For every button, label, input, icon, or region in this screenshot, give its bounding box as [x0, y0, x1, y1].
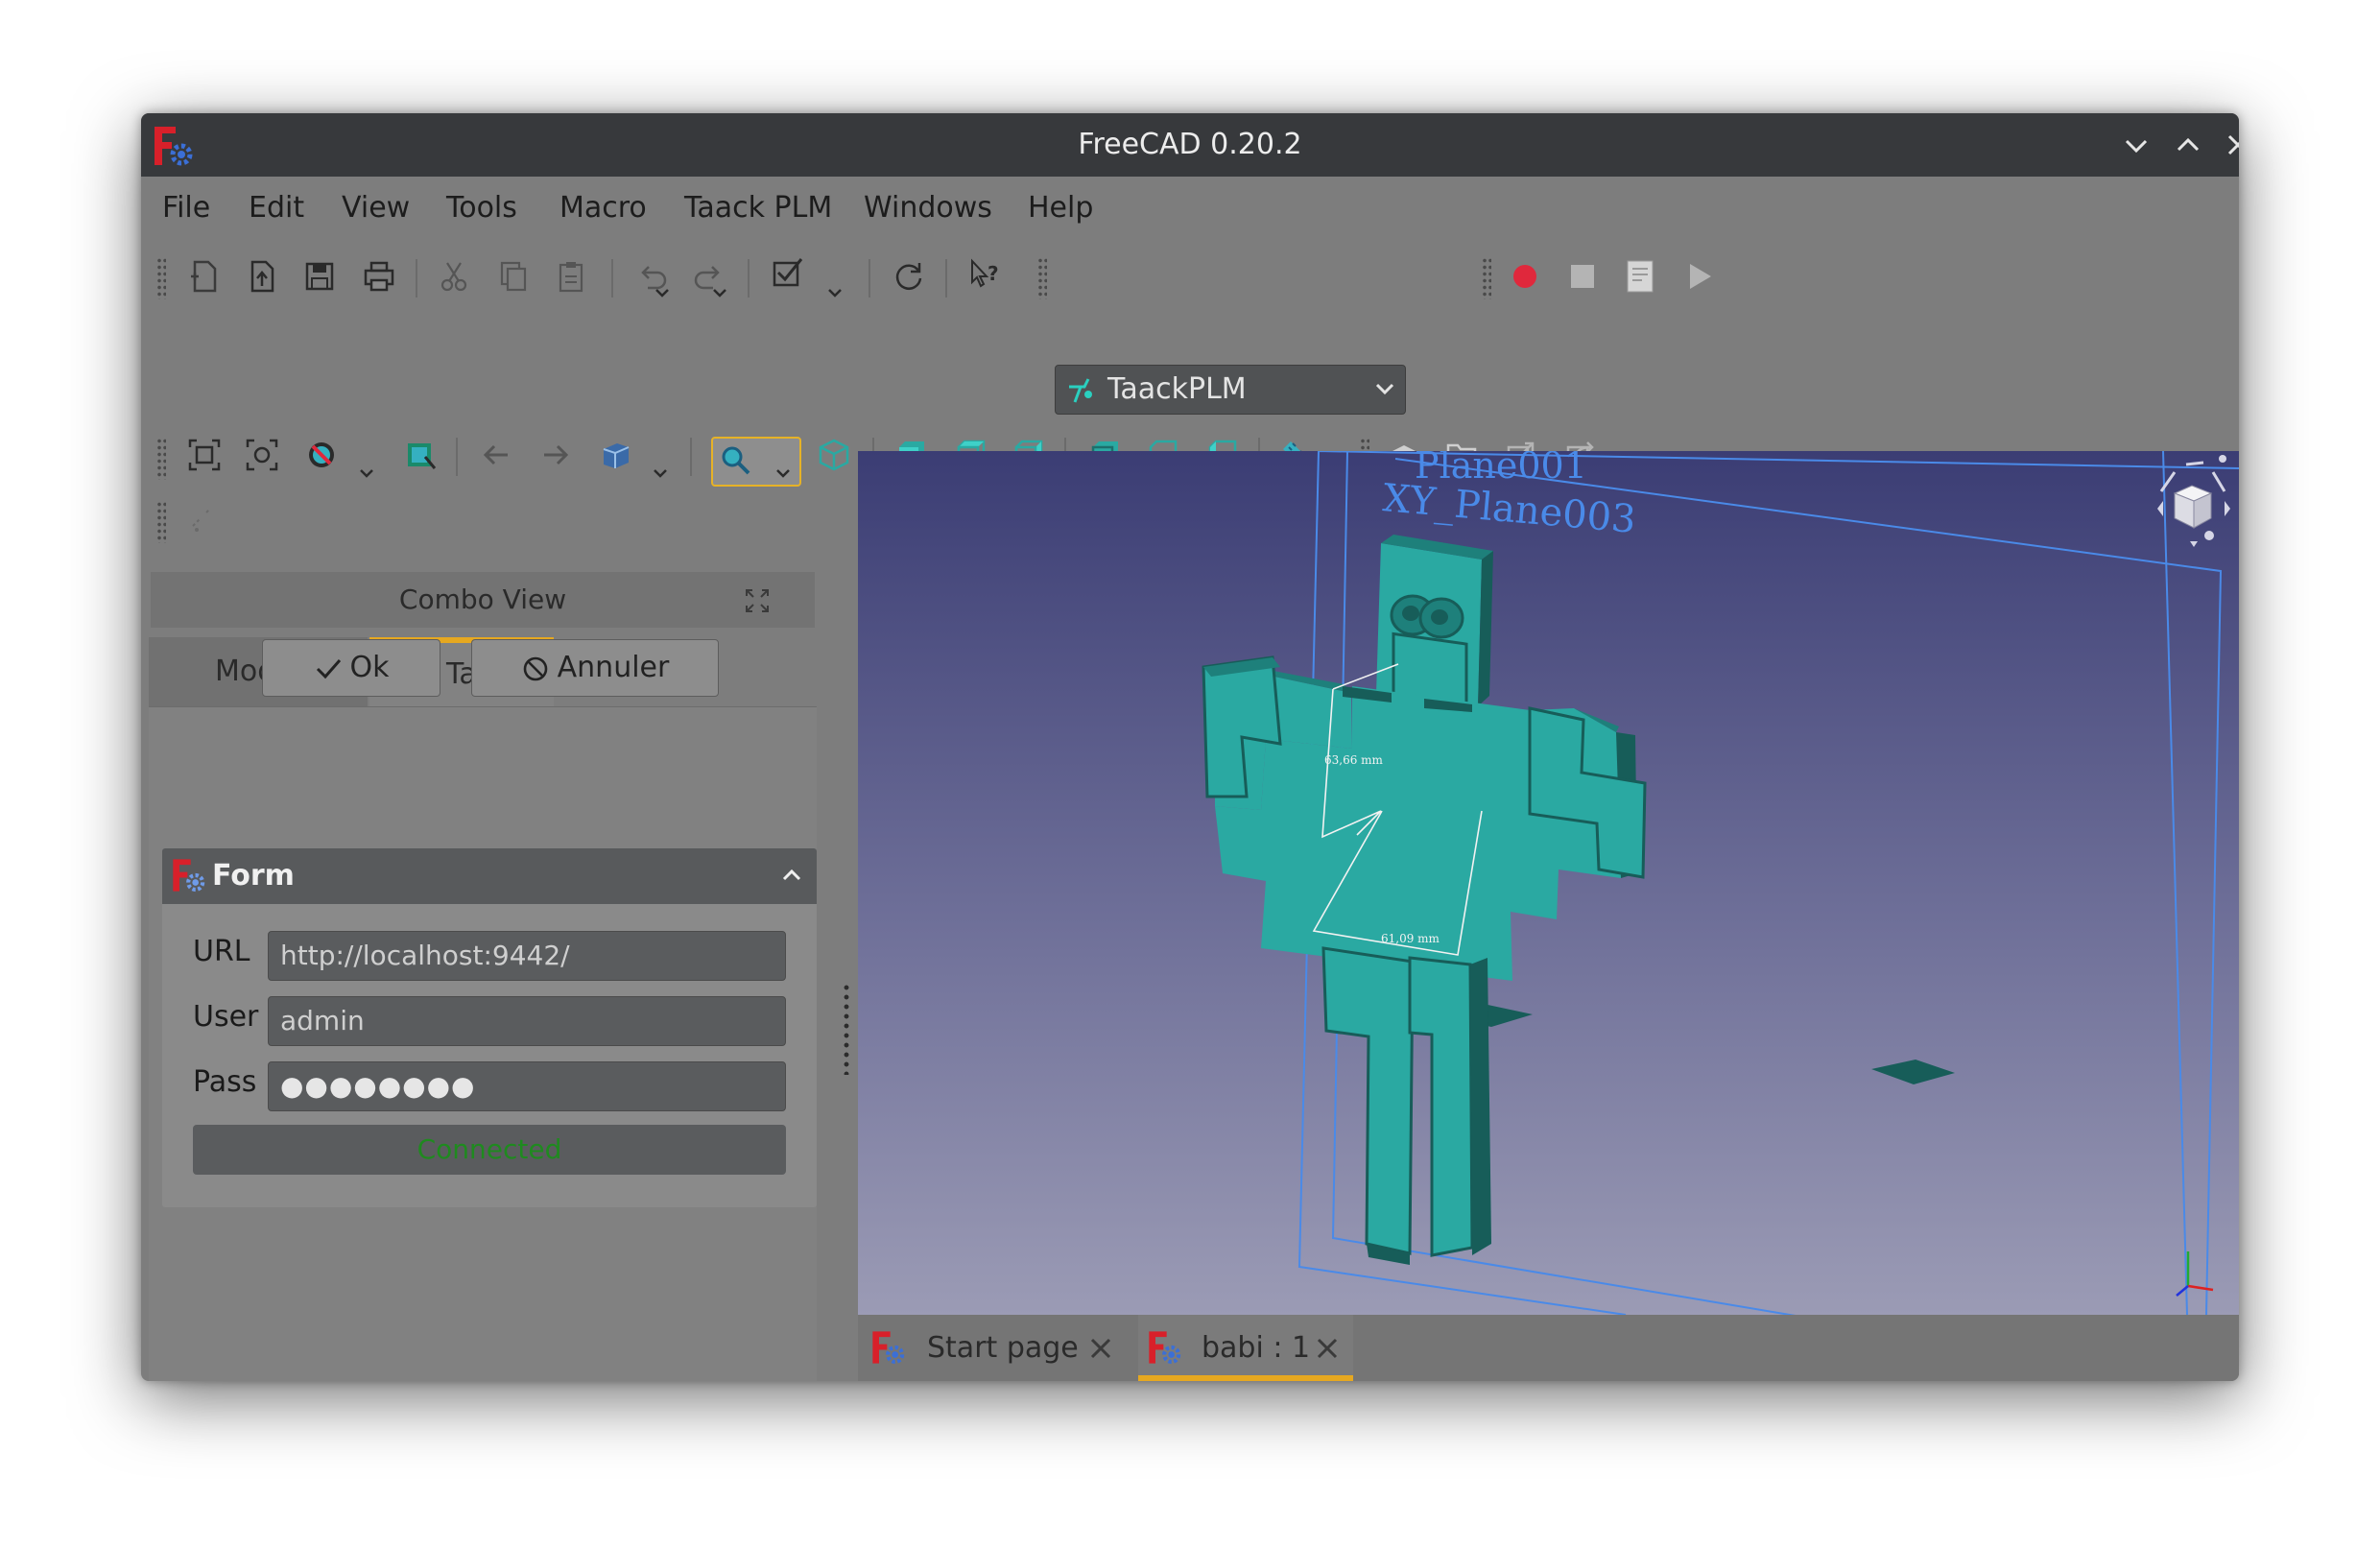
toolbar-grip[interactable]: [156, 501, 166, 543]
toolbar-grip[interactable]: [156, 257, 166, 299]
chevron-up-icon[interactable]: [780, 866, 803, 885]
back-arrow-icon[interactable]: [477, 436, 515, 474]
fit-selection-icon[interactable]: [243, 436, 281, 474]
chevron-down-icon: [776, 469, 790, 478]
tab-start-page-label: Start page: [927, 1331, 1079, 1365]
zoom-box-button[interactable]: [711, 437, 801, 487]
toolbar-grip[interactable]: [156, 438, 166, 480]
float-panel-icon[interactable]: [744, 587, 771, 614]
refresh-check-icon[interactable]: [769, 253, 807, 292]
macros-dialog-icon[interactable]: [1621, 257, 1659, 296]
checkmark-icon: [316, 658, 341, 679]
workbench-selector[interactable]: TaackPLM: [1055, 365, 1406, 415]
toolbar-separator: [416, 259, 417, 298]
new-document-icon[interactable]: [185, 257, 224, 296]
document-tab-bar: Start page babi : 1: [858, 1315, 2239, 1381]
menu-file[interactable]: File: [162, 177, 210, 240]
combo-view-title: Combo View: [151, 572, 815, 628]
draw-style-icon[interactable]: [302, 436, 341, 474]
freecad-window: FreeCAD 0.20.2 File Edit View Tools Macr…: [141, 113, 2239, 1381]
pass-input[interactable]: ●●●●●●●●: [268, 1061, 786, 1111]
cancel-button[interactable]: Annuler: [471, 639, 719, 697]
freecad-logo-icon: [872, 1331, 905, 1365]
dimension-label-height: 63,66 mm: [1324, 753, 1384, 767]
workbench-selector-label: TaackPLM: [1107, 372, 1247, 406]
chevron-down-icon[interactable]: [711, 287, 728, 298]
toolbar-separator: [869, 259, 870, 298]
close-tab-icon[interactable]: [1088, 1336, 1113, 1361]
minimize-icon[interactable]: [2118, 127, 2154, 163]
toolbar-separator: [748, 259, 750, 298]
toolbar-separator: [456, 438, 458, 476]
form-section: Form URL http://localhost:9442/ User adm…: [162, 848, 817, 1207]
panel-splitter-handle[interactable]: [844, 983, 849, 1075]
copy-icon[interactable]: [494, 257, 533, 296]
tab-babi-label: babi : 1: [1202, 1331, 1311, 1365]
open-document-icon[interactable]: [243, 257, 281, 296]
print-icon[interactable]: [360, 257, 398, 296]
chevron-down-icon: [1375, 383, 1394, 395]
freecad-logo-icon: [173, 859, 205, 893]
toolbar-separator: [611, 259, 613, 298]
toolbar-separator: [690, 438, 692, 476]
save-icon[interactable]: [300, 257, 339, 296]
tab-babi[interactable]: babi : 1: [1138, 1315, 1353, 1381]
connection-status: Connected: [193, 1125, 786, 1175]
url-label: URL: [193, 935, 250, 968]
std-views-icon[interactable]: [596, 436, 634, 474]
ok-button-label: Ok: [349, 651, 390, 684]
chevron-down-icon[interactable]: [654, 287, 671, 298]
combo-view-title-text: Combo View: [398, 583, 567, 615]
robot-eyes: [1390, 594, 1464, 639]
window-title: FreeCAD 0.20.2: [1078, 128, 1302, 161]
svg-text:?: ?: [988, 262, 999, 285]
3d-viewport[interactable]: Plane001 XY_Plane003 63,66 mm 61,09 mm: [858, 451, 2239, 1315]
sketch-tool-icon[interactable]: [185, 501, 224, 539]
toolbar-separator: [945, 259, 947, 298]
chevron-down-icon[interactable]: [826, 287, 844, 298]
maximize-icon[interactable]: [2170, 127, 2206, 163]
record-macro-icon[interactable]: [1506, 257, 1544, 296]
zoom-icon: [722, 446, 750, 475]
execute-macro-icon[interactable]: [1680, 257, 1719, 296]
menu-taack-plm[interactable]: Taack PLM: [684, 177, 832, 240]
menu-help[interactable]: Help: [1028, 177, 1093, 240]
close-tab-icon[interactable]: [1315, 1336, 1340, 1361]
close-icon[interactable]: [2220, 127, 2239, 163]
form-header[interactable]: Form: [162, 848, 817, 904]
menu-bar: File Edit View Tools Macro Taack PLM Win…: [141, 177, 2239, 240]
cancel-button-label: Annuler: [557, 651, 670, 684]
fit-all-icon[interactable]: [185, 436, 224, 474]
cut-icon[interactable]: [435, 257, 473, 296]
toolbar-grip[interactable]: [1482, 257, 1491, 299]
toolbar-grip[interactable]: [1037, 257, 1047, 299]
chevron-down-icon[interactable]: [652, 467, 669, 479]
pass-label: Pass: [193, 1065, 257, 1099]
title-bar: FreeCAD 0.20.2: [141, 113, 2239, 177]
stop-macro-icon[interactable]: [1563, 257, 1602, 296]
menu-tools[interactable]: Tools: [446, 177, 517, 240]
menu-macro[interactable]: Macro: [559, 177, 647, 240]
user-label: User: [193, 1000, 259, 1034]
ok-button[interactable]: Ok: [262, 639, 440, 697]
url-input[interactable]: http://localhost:9442/: [268, 931, 786, 981]
chevron-down-icon[interactable]: [358, 467, 375, 479]
cancel-icon: [523, 656, 547, 680]
isometric-view-icon[interactable]: [815, 436, 853, 474]
paste-icon[interactable]: [552, 257, 590, 296]
menu-windows[interactable]: Windows: [864, 177, 992, 240]
taack-workbench-icon: [1069, 378, 1092, 403]
freecad-logo-icon: [1149, 1331, 1181, 1365]
tab-start-page[interactable]: Start page: [858, 1315, 1136, 1381]
whats-this-icon[interactable]: ?: [966, 257, 1005, 296]
form-title: Form: [212, 859, 295, 893]
bounding-box-icon[interactable]: [402, 436, 440, 474]
dimension-label-width: 61,09 mm: [1381, 932, 1440, 945]
user-input[interactable]: admin: [268, 996, 786, 1046]
menu-edit[interactable]: Edit: [249, 177, 304, 240]
menu-view[interactable]: View: [342, 177, 410, 240]
recompute-icon[interactable]: [890, 257, 928, 296]
forward-arrow-icon[interactable]: [536, 436, 575, 474]
